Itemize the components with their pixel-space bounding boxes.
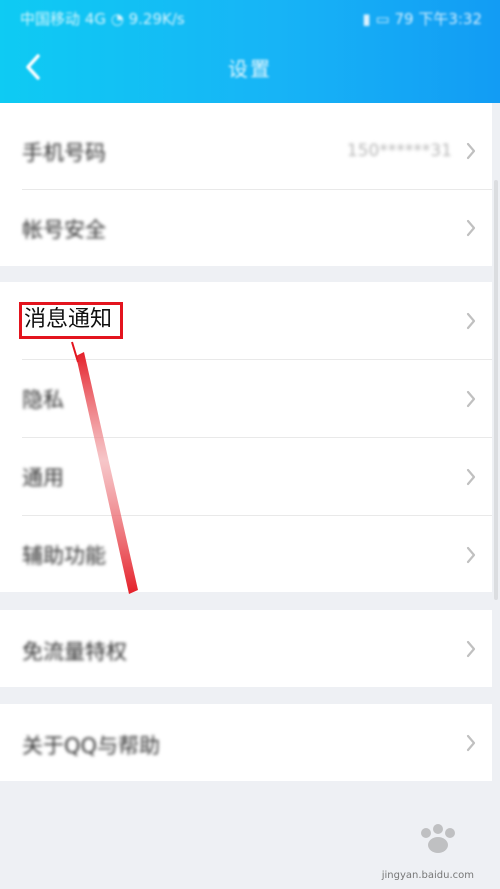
settings-row-phone-number[interactable]: 手机号码 150******31 — [0, 113, 492, 189]
settings-group-data: 免流量特权 — [0, 610, 492, 687]
chevron-right-icon — [466, 468, 476, 486]
watermark-text: jingyan.baidu.com — [381, 870, 474, 881]
row-label: 关于QQ与帮助 — [22, 734, 161, 758]
chevron-right-icon — [466, 546, 476, 564]
signal-icon: ▮ — [362, 10, 371, 28]
status-left: 中国移动 4G ◔ 9.29K/s — [20, 8, 185, 29]
settings-row-account-security[interactable]: 帐号安全 — [0, 190, 492, 266]
row-value: 150******31 — [346, 141, 452, 161]
row-label: 通用 — [22, 466, 64, 490]
chevron-right-icon — [466, 219, 476, 237]
speed-label: 9.29K/s — [128, 10, 185, 28]
row-label: 手机号码 — [22, 141, 106, 165]
chevron-right-icon — [466, 640, 476, 658]
settings-group-account: 手机号码 150******31 帐号安全 — [0, 103, 492, 266]
time-label: 下午3:32 — [418, 10, 482, 28]
settings-row-privacy[interactable]: 隐私 — [0, 360, 492, 437]
app-header: 中国移动 4G ◔ 9.29K/s ▮ ▭ 79 下午3:32 设置 — [0, 0, 500, 103]
battery-icon: ▭ — [375, 10, 390, 28]
page-title: 设置 — [228, 57, 272, 81]
carrier-label: 中国移动 — [20, 10, 81, 28]
settings-row-accessibility[interactable]: 辅助功能 — [0, 516, 492, 592]
row-label: 免流量特权 — [22, 640, 127, 664]
settings-row-about-qq[interactable]: 关于QQ与帮助 — [0, 704, 492, 781]
network-label: 4G — [84, 10, 106, 28]
chevron-right-icon — [466, 142, 476, 160]
chevron-right-icon — [466, 734, 476, 752]
row-label: 辅助功能 — [22, 544, 106, 568]
settings-row-general[interactable]: 通用 — [0, 438, 492, 515]
status-bar: 中国移动 4G ◔ 9.29K/s ▮ ▭ 79 下午3:32 — [0, 0, 500, 32]
settings-group-about: 关于QQ与帮助 — [0, 704, 492, 781]
battery-label: 79 — [394, 10, 414, 28]
scrollbar[interactable] — [494, 180, 498, 600]
chevron-right-icon — [466, 390, 476, 408]
chevron-right-icon — [466, 312, 476, 330]
row-label: 隐私 — [22, 388, 64, 412]
settings-row-free-data[interactable]: 免流量特权 — [0, 610, 492, 687]
row-label: 帐号安全 — [22, 218, 106, 242]
status-right: ▮ ▭ 79 下午3:32 — [362, 8, 482, 29]
highlighted-row-label: 消息通知 — [24, 307, 113, 332]
wifi-icon: ◔ — [110, 10, 124, 28]
